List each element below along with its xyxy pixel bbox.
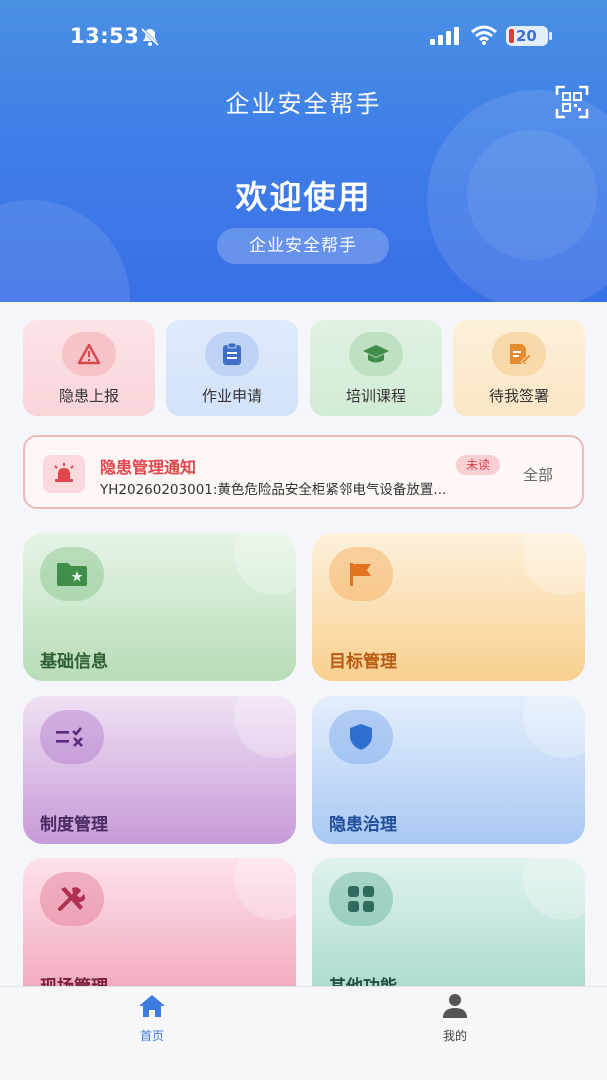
tab-home[interactable]: 首页 (92, 991, 212, 1051)
graduation-cap-icon (349, 332, 403, 376)
notice-text: YH20260203001:黄色危险品安全柜紧邻电气设备放置... (100, 482, 447, 498)
card-decor (523, 858, 585, 920)
module-target-management[interactable]: 目标管理 (312, 533, 585, 681)
module-label: 目标管理 (329, 652, 397, 672)
card-decor (523, 533, 585, 595)
tools-icon (40, 872, 104, 926)
folder-star-icon (40, 547, 104, 601)
wifi-icon (471, 25, 497, 45)
user-icon (443, 994, 467, 1018)
clipboard-icon (205, 332, 259, 376)
module-label: 制度管理 (40, 815, 108, 835)
quick-action-hazard-report[interactable]: 隐患上报 (23, 320, 155, 416)
home-icon (139, 995, 165, 1017)
card-decor (234, 696, 296, 758)
tab-label: 首页 (139, 1029, 164, 1043)
battery-level: 20 (516, 27, 537, 45)
bottom-tab-bar: 首页 我的 (0, 986, 607, 1080)
module-label: 隐患治理 (329, 815, 397, 835)
warning-icon (62, 332, 116, 376)
notice-title: 隐患管理通知 (100, 458, 197, 477)
quick-action-pending-sign[interactable]: 待我签署 (453, 320, 585, 416)
alarm-bell-icon (43, 455, 85, 493)
header-banner: 13:53 20 企业安全帮手 欢迎使用 企业安全帮手 (0, 0, 607, 302)
card-decor (234, 533, 296, 595)
battery-indicator: 20 (506, 26, 548, 46)
quick-action-label: 隐患上报 (58, 387, 119, 405)
module-label: 基础信息 (40, 652, 108, 672)
view-all-link[interactable]: 全部 (523, 464, 553, 485)
quick-action-label: 作业申请 (201, 387, 262, 405)
module-other-functions[interactable]: 其他功能 (312, 858, 585, 1006)
grid-icon (329, 872, 393, 926)
bell-off-icon (140, 27, 160, 47)
quick-action-training[interactable]: 培训课程 (310, 320, 442, 416)
tab-label: 我的 (442, 1029, 467, 1043)
module-basic-info[interactable]: 基础信息 (23, 533, 296, 681)
flag-icon (329, 547, 393, 601)
quick-action-label: 培训课程 (345, 387, 406, 405)
welcome-title: 欢迎使用 (235, 178, 372, 216)
rules-check-icon (40, 710, 104, 764)
card-decor (234, 858, 296, 920)
quick-action-work-request[interactable]: 作业申请 (166, 320, 298, 416)
battery-tip (549, 32, 552, 40)
tab-mine[interactable]: 我的 (395, 991, 515, 1051)
signal-icon (430, 27, 459, 45)
hazard-notice-card[interactable]: 隐患管理通知 未读 YH20260203001:黄色危险品安全柜紧邻电气设备放置… (23, 435, 584, 509)
app-title: 企业安全帮手 (225, 90, 382, 118)
status-time: 13:53 (70, 24, 140, 48)
sign-document-icon (492, 332, 546, 376)
module-site-management[interactable]: 现场管理 (23, 858, 296, 1006)
unread-badge: 未读 (456, 455, 500, 475)
module-policy-management[interactable]: 制度管理 (23, 696, 296, 844)
quick-action-label: 待我签署 (488, 387, 549, 405)
module-hazard-governance[interactable]: 隐患治理 (312, 696, 585, 844)
shield-icon (329, 710, 393, 764)
status-bar: 13:53 20 (0, 0, 607, 70)
welcome-subtitle: 企业安全帮手 (217, 228, 389, 264)
card-decor (523, 696, 585, 758)
qr-scan-icon[interactable] (555, 85, 589, 119)
